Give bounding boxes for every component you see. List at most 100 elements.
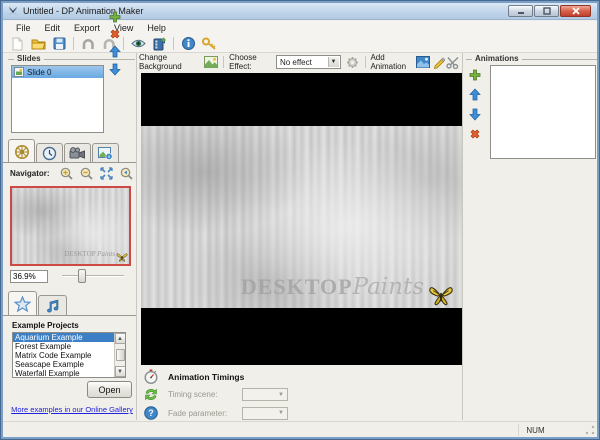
add-animation-image-button[interactable] xyxy=(416,54,431,70)
add-animation-button plus-icon[interactable] xyxy=(469,69,481,81)
close-button[interactable] xyxy=(560,5,591,17)
app-window: Untitled - DP Animation Maker File Edit … xyxy=(0,0,600,440)
animation-image-icon xyxy=(416,56,430,68)
add-slide-button plus-icon[interactable] xyxy=(109,11,121,23)
status-bar: NUM xyxy=(3,421,597,437)
tabstrip-divider xyxy=(3,162,136,163)
zoom-value-input[interactable] xyxy=(10,270,48,283)
animation-timings-section: Animation Timings Timing scene: ▼ ? Fad xyxy=(143,369,461,425)
fit-to-window-button[interactable] xyxy=(99,166,114,180)
menu-edit[interactable]: Edit xyxy=(38,22,68,34)
menu-help[interactable]: Help xyxy=(140,22,173,34)
fade-parameter-dropdown[interactable]: ▼ xyxy=(242,407,288,420)
open-project-button[interactable] xyxy=(29,36,47,52)
change-background-image-button[interactable] xyxy=(203,54,218,70)
dropdown-arrow-icon: ▼ xyxy=(276,390,286,399)
about-button[interactable] xyxy=(179,36,197,52)
tab-animation-settings[interactable] xyxy=(8,139,35,163)
animation-timings-title: Animation Timings xyxy=(168,372,244,382)
example-list-scrollbar[interactable]: ▲ ▼ xyxy=(114,333,125,377)
dropdown-arrow-icon: ▼ xyxy=(276,409,286,418)
zoom-out-icon xyxy=(80,167,93,180)
right-panel-divider xyxy=(462,53,463,420)
video-camera-icon xyxy=(69,147,86,160)
move-slide-down-button down-arrow-icon[interactable] xyxy=(109,63,121,76)
left-panel-tabs xyxy=(8,139,120,163)
online-gallery-link[interactable]: More examples in our Online Gallery xyxy=(11,405,133,414)
navigator-label: Navigator: xyxy=(10,169,50,178)
example-project-item[interactable]: Seascape Example xyxy=(13,360,125,369)
scroll-down-icon[interactable]: ▼ xyxy=(115,366,126,377)
close-icon xyxy=(572,7,580,15)
image-info-icon xyxy=(98,147,113,160)
zoom-slider-thumb[interactable] xyxy=(78,269,86,283)
example-project-item[interactable]: Aquarium Example xyxy=(13,333,125,342)
tab-music[interactable] xyxy=(38,295,67,316)
slide-label: Slide 0 xyxy=(27,68,51,77)
tab-background-info[interactable] xyxy=(92,143,119,163)
toolbar-separator xyxy=(73,37,74,50)
preview-button[interactable] xyxy=(129,36,147,52)
effect-dropdown-value: No effect xyxy=(280,58,312,67)
open-example-button[interactable]: Open xyxy=(87,381,132,398)
slide-list-item[interactable]: Slide 0 xyxy=(12,66,103,78)
zoom-in-button[interactable] xyxy=(59,166,74,180)
delete-animation-button x-icon[interactable] xyxy=(469,128,481,140)
left-panel-divider xyxy=(136,53,137,420)
zoom-out-button[interactable] xyxy=(79,166,94,180)
move-animation-up-button up-arrow-icon[interactable] xyxy=(469,88,481,101)
preview-canvas[interactable]: DESKTOPPaints xyxy=(141,73,462,365)
undo-button[interactable] xyxy=(79,36,97,52)
maximize-button[interactable] xyxy=(534,5,559,17)
stopwatch-icon xyxy=(143,369,158,384)
zoom-slider[interactable] xyxy=(62,269,124,283)
tab-example-projects[interactable] xyxy=(8,291,37,316)
num-lock-indicator: NUM xyxy=(518,424,552,436)
zoom-slider-track xyxy=(62,275,124,277)
fade-parameter-label: Fade parameter: xyxy=(168,409,230,418)
image-icon xyxy=(204,56,218,68)
key-icon xyxy=(202,37,217,50)
tab-camera[interactable] xyxy=(64,143,91,163)
export-video-icon xyxy=(152,37,166,51)
scroll-up-icon[interactable]: ▲ xyxy=(115,333,126,344)
animations-list[interactable] xyxy=(490,65,596,159)
toolbar-separator xyxy=(173,37,174,50)
timing-scene-label: Timing scene: xyxy=(168,390,230,399)
fit-arrows-icon xyxy=(100,167,113,180)
info-icon xyxy=(182,37,195,50)
activation-button[interactable] xyxy=(200,36,218,52)
minimize-button[interactable] xyxy=(508,5,533,17)
save-project-button[interactable] xyxy=(50,36,68,52)
edit-animation-button[interactable] xyxy=(431,54,446,70)
refresh-icon xyxy=(143,388,158,401)
delete-slide-button x-icon[interactable] xyxy=(109,28,121,40)
tab-timing[interactable] xyxy=(36,143,63,163)
canvas-toolbar-separator xyxy=(365,56,366,68)
navigator-thumbnail[interactable]: DESKTOP Paints xyxy=(10,186,131,266)
menu-file[interactable]: File xyxy=(9,22,38,34)
scrollbar-thumb[interactable] xyxy=(116,349,125,361)
move-slide-up-button up-arrow-icon[interactable] xyxy=(109,45,121,58)
effect-dropdown[interactable]: No effect ▼ xyxy=(276,55,341,69)
zoom-actual-button[interactable] xyxy=(119,166,134,180)
effect-settings-button[interactable] xyxy=(345,54,360,70)
new-file-button[interactable] xyxy=(8,36,26,52)
preview-eye-icon xyxy=(131,38,146,49)
resize-grip[interactable] xyxy=(584,424,596,436)
create-video-button[interactable] xyxy=(150,36,168,52)
change-background-button[interactable]: Change Background xyxy=(139,53,200,71)
move-animation-down-button down-arrow-icon[interactable] xyxy=(469,108,481,121)
example-project-item[interactable]: Forest Example xyxy=(13,342,125,351)
slides-list[interactable]: Slide 0 xyxy=(11,65,104,133)
tabstrip2-divider xyxy=(3,315,136,316)
scissors-icon xyxy=(446,56,460,69)
add-animation-button[interactable]: Add Animation xyxy=(370,53,413,71)
timing-scene-dropdown[interactable]: ▼ xyxy=(242,388,288,401)
example-projects-list[interactable]: Aquarium Example Forest Example Matrix C… xyxy=(12,332,126,378)
example-project-item[interactable]: Waterfall Example xyxy=(13,369,125,378)
example-project-item[interactable]: Matrix Code Example xyxy=(13,351,125,360)
wheel-icon xyxy=(14,144,30,160)
cut-animation-button[interactable] xyxy=(446,54,461,70)
menu-export[interactable]: Export xyxy=(67,22,107,34)
